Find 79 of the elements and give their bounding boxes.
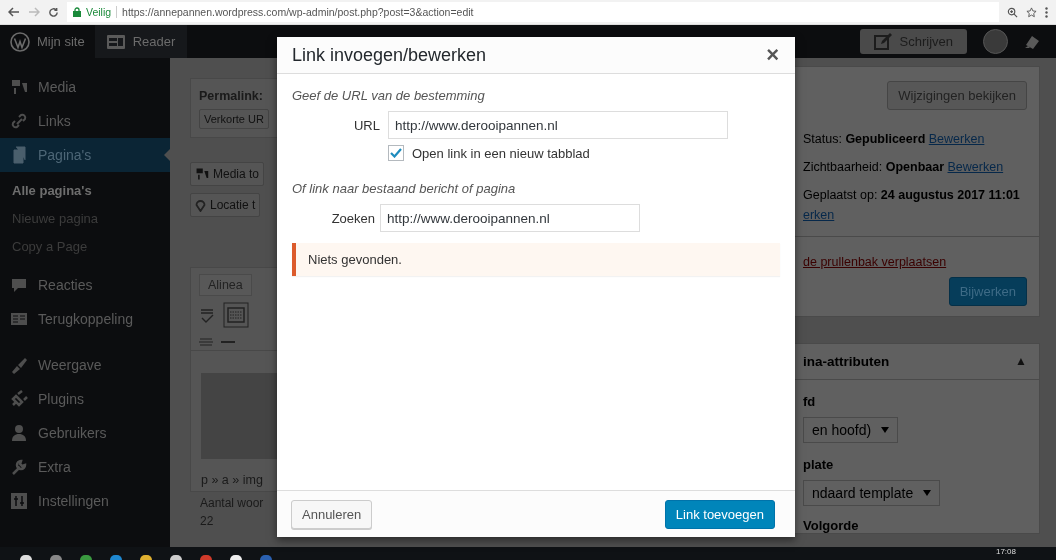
media-icon xyxy=(195,167,209,181)
search-field[interactable]: http://www.derooipannen.nl xyxy=(380,204,640,232)
checkbox[interactable] xyxy=(388,145,404,161)
section-heading: Of link naar bestaand bericht of pagina xyxy=(292,181,517,196)
checkmark-icon xyxy=(390,148,402,158)
link-icon xyxy=(10,112,28,130)
pages-icon xyxy=(10,146,28,164)
lock-icon xyxy=(73,7,81,17)
url-field[interactable]: http://www.derooipannen.nl xyxy=(388,111,728,139)
sidebar-item[interactable]: Extra xyxy=(0,450,170,484)
sidebar-item[interactable]: Weergave xyxy=(0,348,170,382)
taskbar-app-icon[interactable] xyxy=(170,555,182,560)
menu-icon[interactable] xyxy=(1045,6,1048,18)
caret-icon xyxy=(923,490,932,496)
wordpress-logo-icon xyxy=(10,31,30,52)
sidebar-item[interactable]: Links xyxy=(0,104,170,138)
plug-icon xyxy=(10,390,28,408)
taskbar-app-icon[interactable] xyxy=(20,555,32,560)
permalink-label: Permalink: xyxy=(199,89,263,103)
edit-link[interactable]: Bewerken xyxy=(947,160,1004,174)
location-button[interactable]: Locatie t xyxy=(190,193,261,217)
template-select[interactable]: ndaard template xyxy=(803,480,941,506)
move-to-trash-link[interactable]: de prullenbak verplaatsen xyxy=(803,255,947,269)
visibility-text: Zichtbaarheid: Openbaar xyxy=(803,160,945,174)
collapse-toggle[interactable]: ▲ xyxy=(1015,354,1027,369)
zoom-icon[interactable] xyxy=(1007,6,1018,18)
template-label: plate xyxy=(802,456,835,472)
panel-title: ina-attributen xyxy=(803,354,890,369)
sidebar-item[interactable]: Gebruikers xyxy=(0,416,170,450)
reload-icon[interactable] xyxy=(48,6,59,18)
clock-time: 17:08 xyxy=(995,547,1016,556)
sidebar-item[interactable]: Reacties xyxy=(0,268,170,302)
sidebar-item[interactable]: Terugkoppeling xyxy=(0,302,170,336)
site-link[interactable]: Mijn site xyxy=(0,25,95,58)
person-icon xyxy=(10,424,28,442)
dialog-title: Link invoegen/bewerken xyxy=(292,44,487,66)
add-link-button[interactable]: Link toevoegen xyxy=(664,499,775,529)
media-icon xyxy=(10,78,28,96)
sliders-icon xyxy=(10,492,28,510)
sidebar-item[interactable]: Pagina's xyxy=(0,138,170,172)
secure-label: Veilig xyxy=(86,6,112,18)
star-icon[interactable] xyxy=(1026,6,1037,18)
parent-label: fd xyxy=(802,393,817,409)
element-path: p » a » img xyxy=(200,472,264,489)
add-media-button[interactable]: Media to xyxy=(190,162,265,186)
order-label: Volgorde xyxy=(802,517,860,533)
taskbar-app-icon[interactable] xyxy=(230,555,242,560)
field-label: URL xyxy=(353,117,381,133)
notice-message: Niets gevonden. xyxy=(292,243,780,276)
map-pin-icon xyxy=(195,198,206,212)
sidebar-item[interactable]: Instellingen xyxy=(0,484,170,518)
form-icon xyxy=(10,310,28,328)
address-bar[interactable]: Veilig https://annepannen.wordpress.com/wp-admin/post.php?post=3&action=edit xyxy=(67,2,999,22)
checkbox-label: Open link in een nieuw tabblad xyxy=(412,145,590,161)
caret-icon xyxy=(881,427,890,433)
parent-select[interactable]: en hoofd) xyxy=(803,417,899,443)
cancel-button[interactable]: Annuleren xyxy=(291,499,373,529)
back-arrow-icon[interactable] xyxy=(8,7,20,17)
reader-icon xyxy=(106,34,125,49)
sidebar-item[interactable]: Media xyxy=(0,70,170,104)
sidebar-item[interactable]: Plugins xyxy=(0,382,170,416)
edit-link[interactable]: Bewerken xyxy=(928,132,985,146)
field-label: Zoeken xyxy=(330,210,376,226)
edit-link[interactable]: erken xyxy=(803,208,835,222)
short-url-button[interactable]: Verkorte UR xyxy=(199,109,269,129)
status-text: Status: Gepubliceerd xyxy=(803,132,926,146)
url-text: https://annepannen.wordpress.com/wp-admin/post.php?post=3&action=edit xyxy=(122,6,474,18)
spellcheck-icon[interactable] xyxy=(199,306,215,324)
paintbrush-icon xyxy=(10,356,28,374)
section-heading: Geef de URL van de bestemming xyxy=(292,88,486,103)
submenu-item[interactable]: Alle pagina's xyxy=(0,176,170,204)
reader-link[interactable]: Reader xyxy=(94,25,188,58)
published-date-text: Geplaatst op: 24 augustus 2017 11:01 xyxy=(803,188,1020,202)
edit-icon xyxy=(873,32,892,51)
speech-bubble-icon xyxy=(10,276,28,294)
wrench-icon xyxy=(10,458,28,476)
taskbar-app-icon[interactable] xyxy=(140,555,152,560)
update-button[interactable]: Bijwerken xyxy=(948,277,1027,306)
close-button[interactable]: × xyxy=(762,44,783,66)
